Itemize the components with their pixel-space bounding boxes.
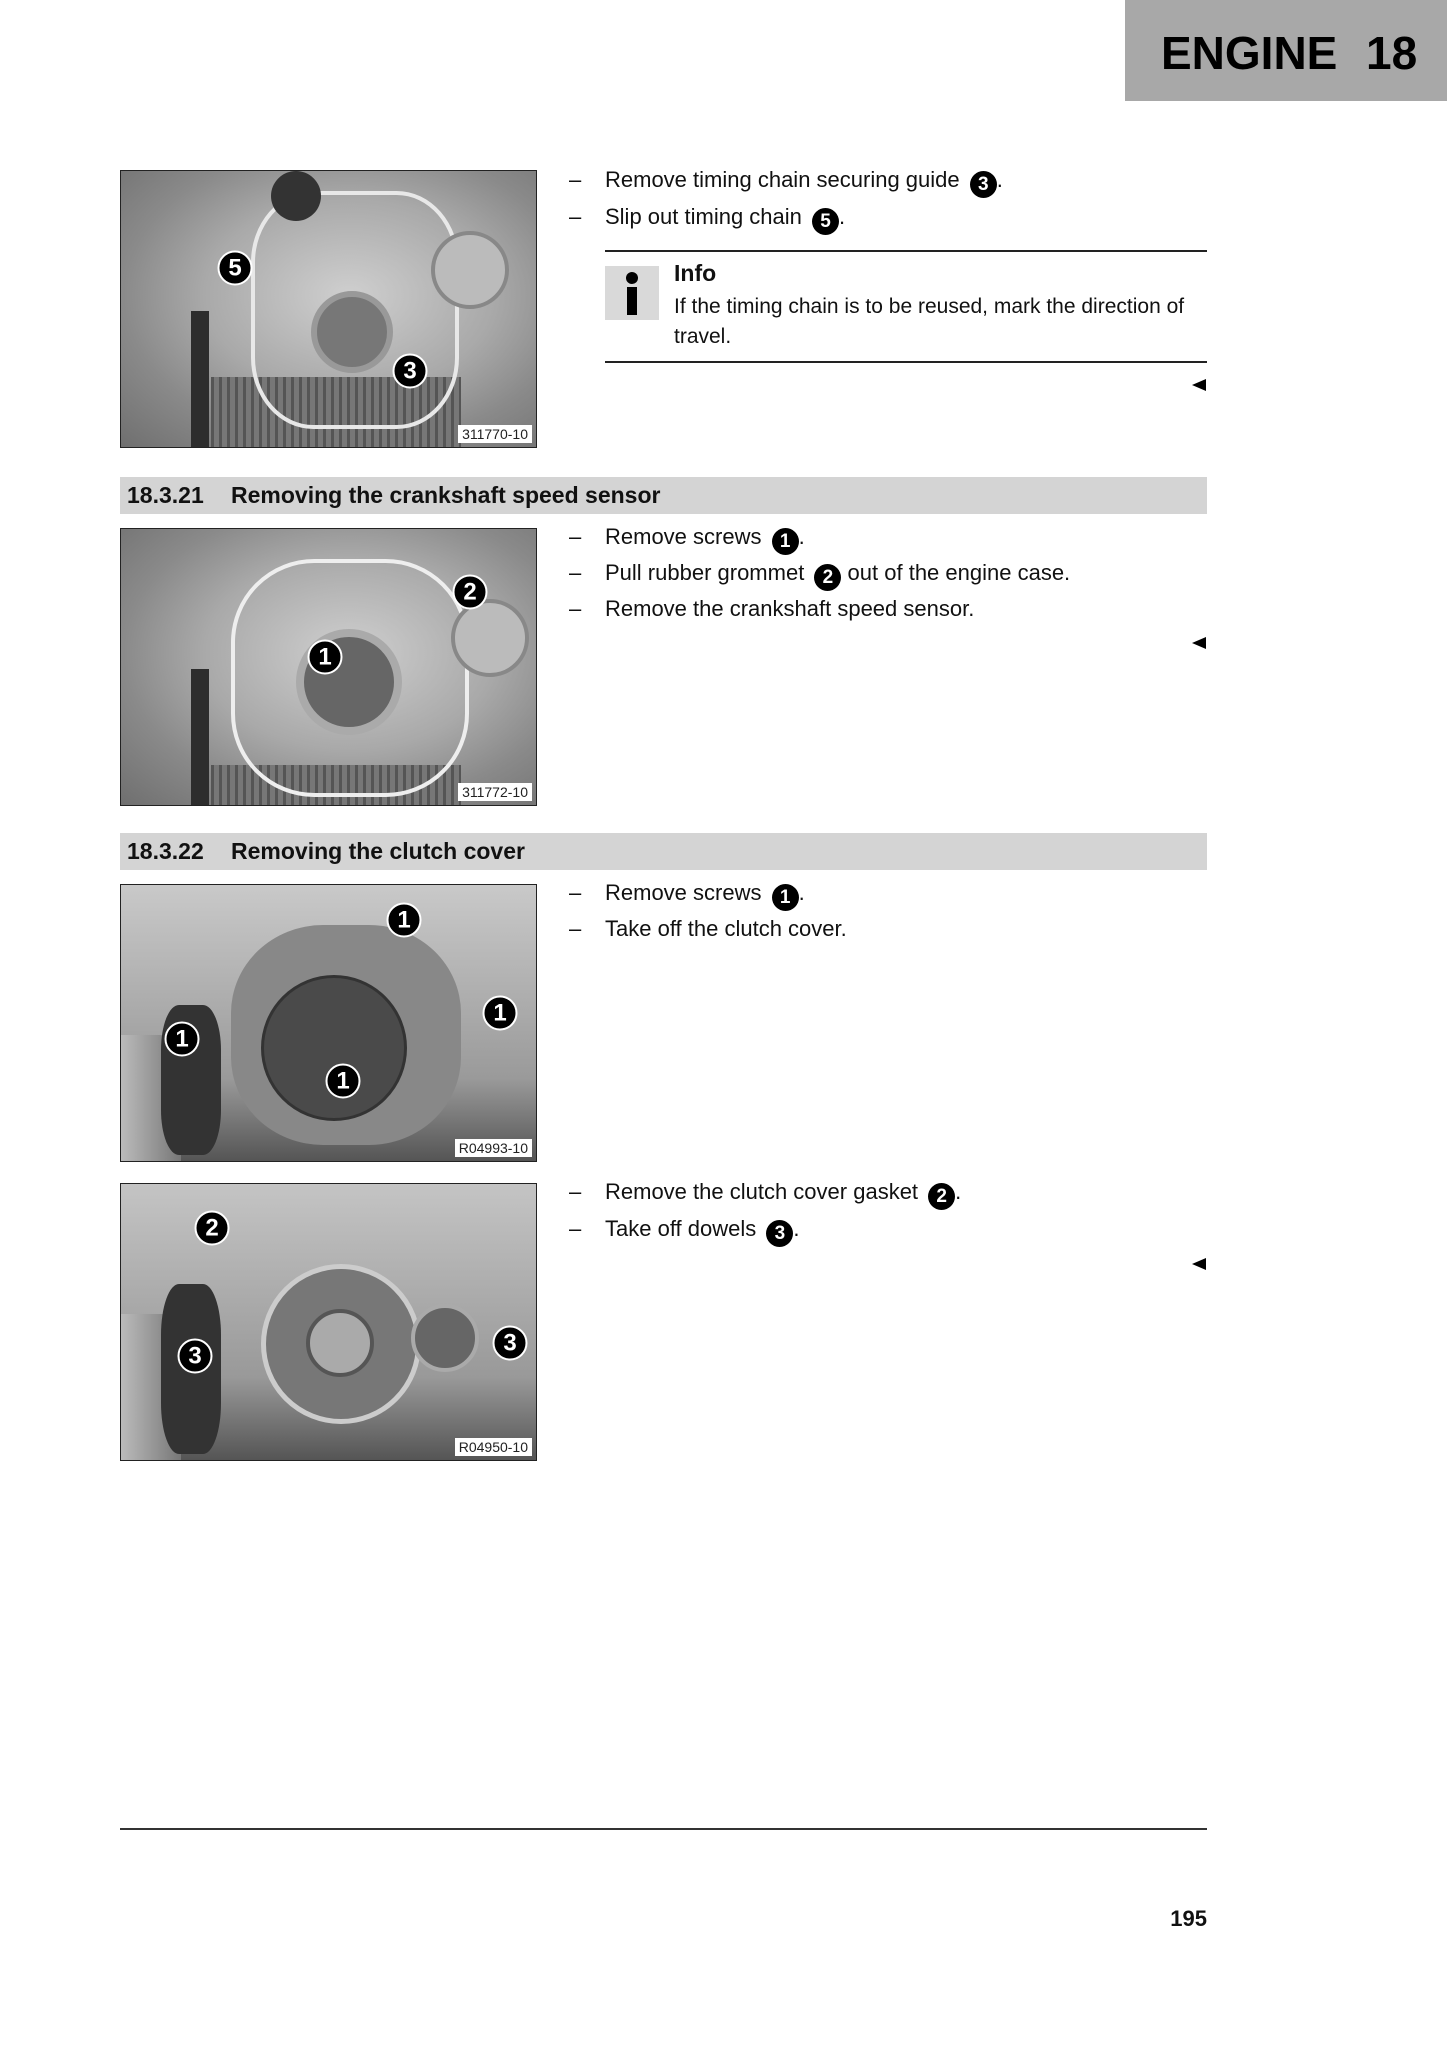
callout-marker: 5: [217, 250, 253, 286]
step-item: – Remove timing chain securing guide 3.: [569, 166, 1003, 198]
section-title: Removing the clutch cover: [231, 838, 525, 864]
step-item: – Pull rubber grommet 2 out of the engine…: [569, 559, 1070, 591]
step-text: Pull rubber grommet: [605, 560, 805, 585]
step-text: Remove timing chain securing guide: [605, 167, 960, 192]
bullet-dash: –: [569, 1216, 582, 1241]
callout-marker: 1: [325, 1063, 361, 1099]
engine-photo-timing-chain: 5 3 311770-10: [120, 170, 537, 448]
end-marker-icon: [1192, 637, 1206, 649]
step-item: – Slip out timing chain 5.: [569, 203, 845, 235]
info-rule-top: [605, 250, 1207, 252]
step-item: – Take off the clutch cover.: [569, 915, 847, 943]
end-marker-icon: [1192, 379, 1206, 391]
sprocket: [311, 291, 393, 373]
step-text-after: .: [839, 204, 846, 229]
photo-label: 311772-10: [458, 783, 532, 801]
ref-marker: 1: [771, 528, 799, 555]
bullet-dash: –: [569, 204, 582, 229]
ref-marker: 5: [812, 208, 840, 235]
chapter-header: ENGINE 18: [1125, 0, 1447, 101]
callout-marker: 3: [177, 1338, 213, 1374]
step-item: – Remove screws 1.: [569, 523, 805, 555]
gear: [411, 1304, 479, 1372]
info-rule-bottom: [605, 361, 1207, 363]
step-item: – Take off dowels 3.: [569, 1215, 800, 1247]
photo-label: R04993-10: [454, 1139, 532, 1157]
engine-photo-clutch-cover: 1 1 1 1 R04993-10: [120, 884, 537, 1162]
step-text: Slip out timing chain: [605, 204, 802, 229]
info-title: Info: [674, 260, 717, 286]
info-icon: [605, 266, 659, 320]
bullet-dash: –: [569, 596, 582, 621]
clutch-cover: [261, 975, 407, 1121]
photo-label: R04950-10: [454, 1438, 532, 1456]
step-text: Remove the crankshaft speed sensor.: [605, 596, 975, 621]
callout-marker: 1: [386, 902, 422, 938]
step-text-after: .: [996, 167, 1003, 192]
step-text: Take off dowels: [605, 1216, 757, 1241]
step-item: – Remove the clutch cover gasket 2.: [569, 1178, 961, 1210]
step-text-after: .: [955, 1179, 962, 1204]
stand: [191, 669, 209, 805]
step-text-after: .: [793, 1216, 800, 1241]
ref-marker: 3: [969, 171, 997, 198]
bullet-dash: –: [569, 167, 582, 192]
end-marker-icon: [1192, 1258, 1206, 1270]
callout-marker: 1: [164, 1021, 200, 1057]
bullet-dash: –: [569, 1179, 582, 1204]
section-title: Removing the crankshaft speed sensor: [231, 482, 661, 508]
page-number: 195: [1170, 1906, 1207, 1931]
callout-marker: 1: [307, 639, 343, 675]
bullet-dash: –: [569, 524, 582, 549]
engine-photo-crankshaft-sensor: 2 1 311772-10: [120, 528, 537, 806]
bearing: [451, 599, 529, 677]
section-header: 18.3.21 Removing the crankshaft speed se…: [120, 477, 1207, 514]
chapter-number: 18: [1366, 27, 1418, 79]
info-text: If the timing chain is to be reused, mar…: [674, 295, 1185, 348]
step-text: Remove screws: [605, 524, 762, 549]
bullet-dash: –: [569, 916, 582, 941]
footer-rule: [120, 1828, 1207, 1830]
ref-marker: 2: [814, 564, 842, 591]
ref-marker: 2: [928, 1183, 956, 1210]
step-text: Take off the clutch cover.: [605, 916, 847, 941]
section-number: 18.3.21: [127, 482, 204, 508]
step-text: Remove screws: [605, 880, 762, 905]
ref-marker: 3: [766, 1220, 794, 1247]
callout-marker: 1: [482, 995, 518, 1031]
step-text-after: .: [798, 524, 805, 549]
cylinder-bore: [271, 171, 321, 221]
callout-marker: 2: [194, 1210, 230, 1246]
stand: [191, 311, 209, 447]
bullet-dash: –: [569, 560, 582, 585]
step-text-after: .: [798, 880, 805, 905]
engine-photo-clutch-gasket: 2 3 3 R04950-10: [120, 1183, 537, 1461]
ref-marker: 1: [771, 884, 799, 911]
section-number: 18.3.22: [127, 838, 204, 864]
step-text-after: out of the engine case.: [841, 560, 1071, 585]
clutch-hub: [306, 1309, 374, 1377]
photo-label: 311770-10: [458, 425, 532, 443]
step-item: – Remove the crankshaft speed sensor.: [569, 595, 974, 623]
callout-marker: 3: [392, 353, 428, 389]
bullet-dash: –: [569, 880, 582, 905]
callout-marker: 3: [492, 1325, 528, 1361]
step-item: – Remove screws 1.: [569, 879, 805, 911]
chapter-title: ENGINE: [1161, 27, 1338, 79]
bearing: [431, 231, 509, 309]
callout-marker: 2: [452, 574, 488, 610]
step-text: Remove the clutch cover gasket: [605, 1179, 919, 1204]
section-header: 18.3.22 Removing the clutch cover: [120, 833, 1207, 870]
